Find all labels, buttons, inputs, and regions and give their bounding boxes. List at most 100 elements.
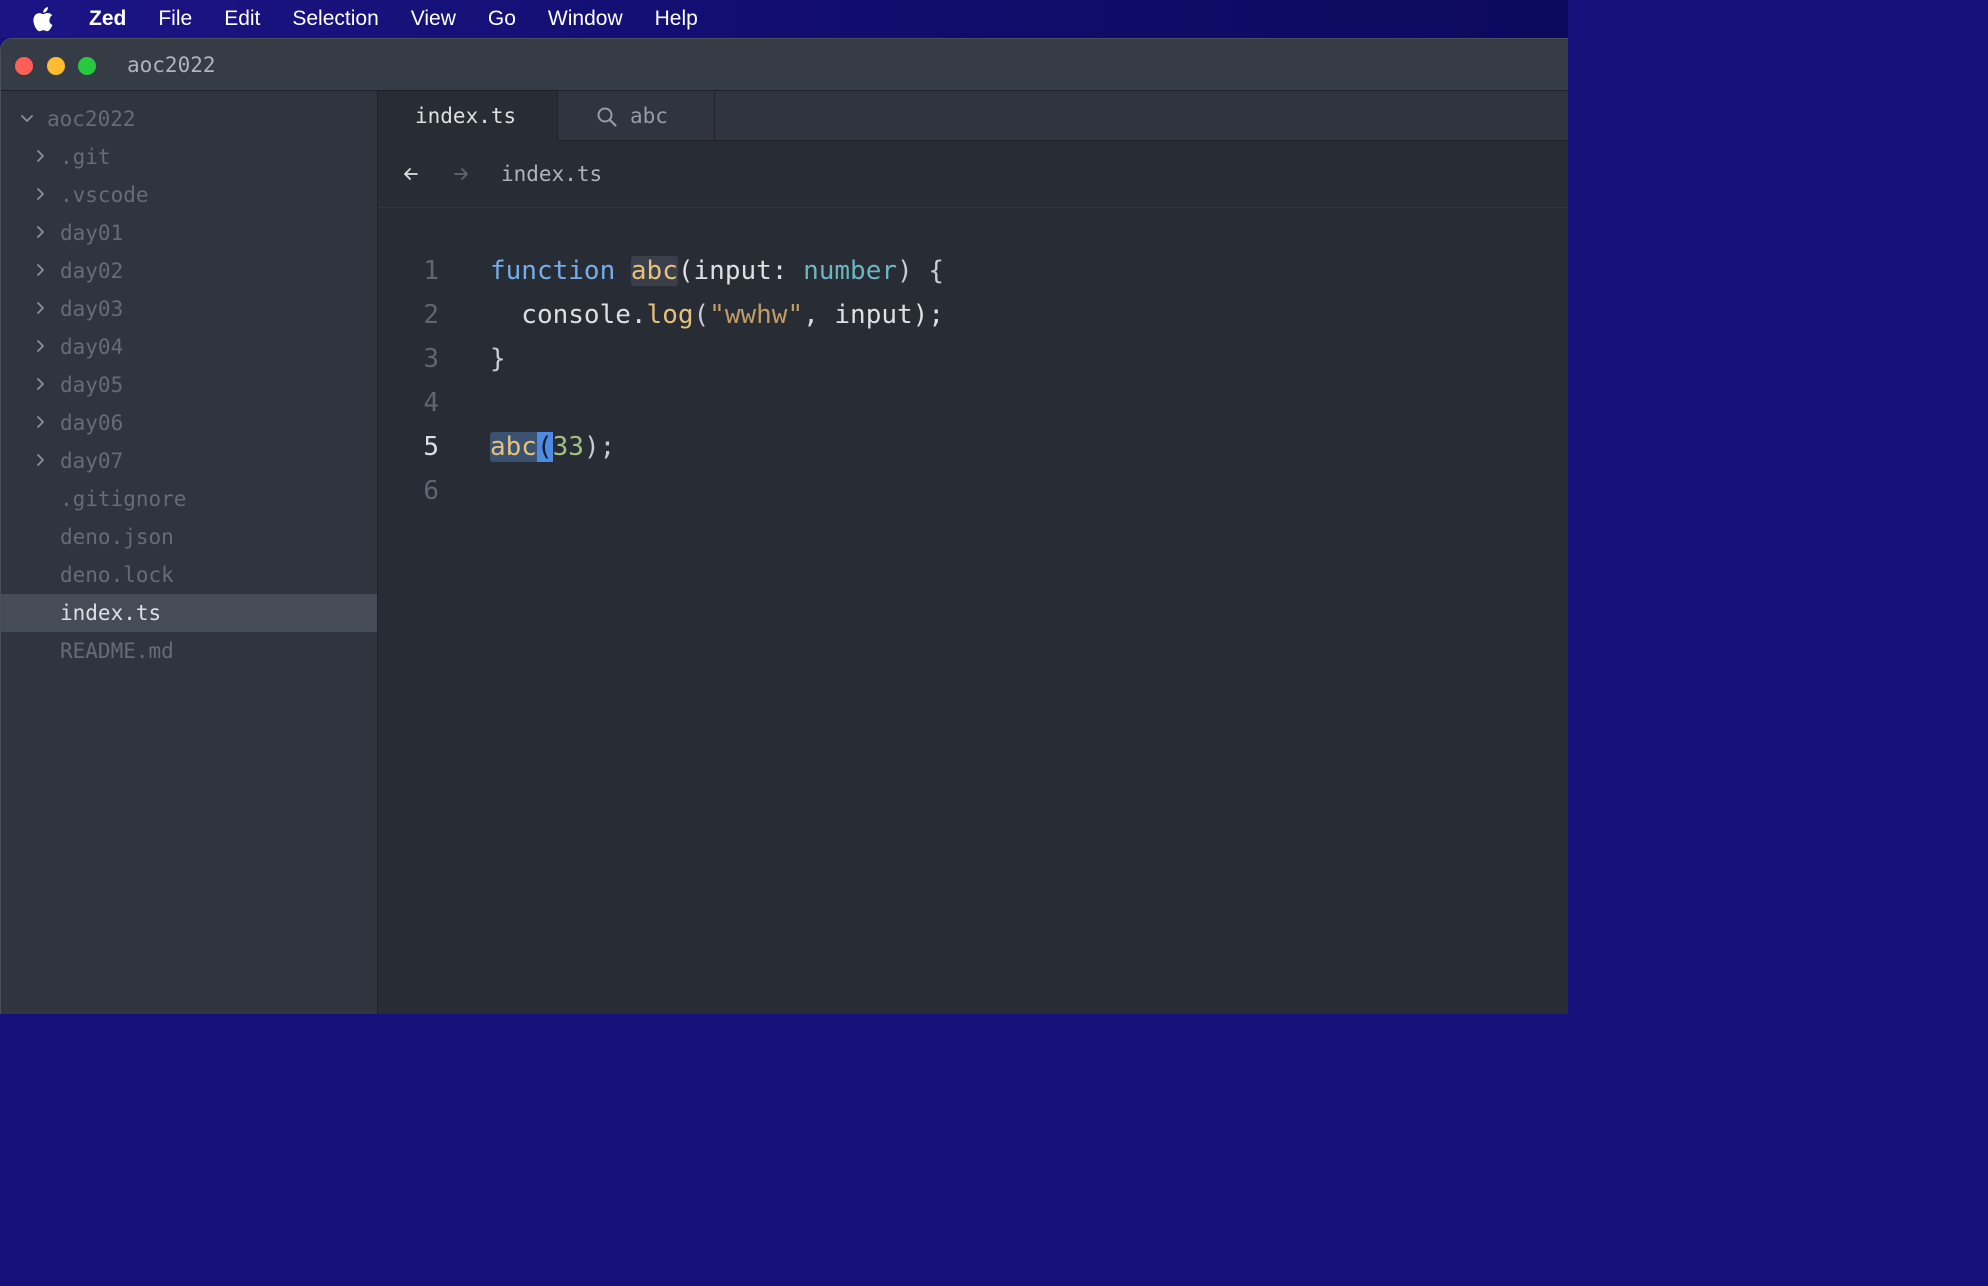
tree-folder-item[interactable]: .vscode bbox=[1, 176, 377, 214]
tree-root-label: aoc2022 bbox=[47, 107, 136, 131]
tree-file-item[interactable]: README.md bbox=[1, 632, 377, 670]
chevron-right-icon bbox=[37, 188, 44, 200]
search-icon bbox=[597, 107, 617, 127]
code-text[interactable]: } bbox=[490, 337, 506, 381]
code-line[interactable]: 2 console.log("wwhw", input); bbox=[378, 293, 1568, 337]
tree-item-label: .gitignore bbox=[60, 487, 187, 511]
tree-file-item[interactable]: index.ts bbox=[1, 594, 377, 632]
code-token: 33 bbox=[552, 432, 584, 462]
code-editor[interactable]: 1 function abc(input: number) {2 console.… bbox=[378, 208, 1568, 1014]
tree-item-label: .vscode bbox=[60, 183, 149, 207]
chevron-right-icon bbox=[37, 378, 44, 390]
menu-go[interactable]: Go bbox=[472, 0, 532, 38]
menu-window[interactable]: Window bbox=[532, 0, 639, 38]
line-number: 2 bbox=[423, 300, 439, 330]
chevron-right-icon bbox=[37, 226, 44, 238]
tree-folder-item[interactable]: day01 bbox=[1, 214, 377, 252]
chevron-right-icon bbox=[37, 416, 44, 428]
code-token: abc bbox=[490, 432, 537, 462]
tab-label: index.ts bbox=[415, 104, 517, 128]
menu-view[interactable]: View bbox=[395, 0, 472, 38]
zoom-window-button[interactable] bbox=[78, 57, 96, 75]
tree-item-label: index.ts bbox=[60, 601, 162, 625]
tree-folder-item[interactable]: day02 bbox=[1, 252, 377, 290]
editor-toolbar: index.ts bbox=[378, 141, 1568, 208]
tree-item-label: deno.json bbox=[60, 525, 174, 549]
line-number: 5 bbox=[423, 432, 439, 462]
tree-item-label: deno.lock bbox=[60, 563, 174, 587]
code-line[interactable]: 3} bbox=[378, 337, 1568, 381]
project-panel: aoc2022 .git .vscode day01 day02 day03 day04 d… bbox=[1, 91, 378, 1014]
chevron-down-icon bbox=[21, 115, 33, 122]
tree-folder-item[interactable]: day06 bbox=[1, 404, 377, 442]
tree-file-item[interactable]: .gitignore bbox=[1, 480, 377, 518]
chevron-right-icon bbox=[37, 340, 44, 352]
tree-file-item[interactable]: deno.json bbox=[1, 518, 377, 556]
code-token: abc bbox=[630, 256, 678, 286]
code-token: ) { bbox=[897, 256, 944, 286]
go-forward-icon[interactable] bbox=[452, 165, 470, 183]
line-number: 6 bbox=[423, 476, 439, 506]
menu-help[interactable]: Help bbox=[639, 0, 714, 38]
code-token: log bbox=[646, 300, 694, 330]
code-text[interactable]: function abc(input: number) { bbox=[490, 249, 944, 293]
code-token: "wwhw" bbox=[709, 300, 804, 330]
chevron-right-icon bbox=[37, 264, 44, 276]
window-title[interactable]: aoc2022 bbox=[127, 39, 216, 91]
title-bar[interactable]: aoc2022 bbox=[1, 39, 1568, 91]
code-token: (input: bbox=[677, 256, 804, 286]
code-token: ( bbox=[693, 300, 710, 330]
tree-folder-item[interactable]: day03 bbox=[1, 290, 377, 328]
tab-search-abc[interactable]: abc bbox=[558, 91, 715, 141]
tab-index-ts[interactable]: index.ts bbox=[378, 91, 558, 142]
tree-file-item[interactable]: deno.lock bbox=[1, 556, 377, 594]
code-token: } bbox=[490, 344, 506, 374]
tree-folder-item[interactable]: day05 bbox=[1, 366, 377, 404]
line-number: 4 bbox=[423, 388, 439, 418]
menu-selection[interactable]: Selection bbox=[276, 0, 394, 38]
tree-item-label: day01 bbox=[60, 221, 124, 245]
code-line[interactable]: 6 bbox=[378, 469, 1568, 513]
tab-bar: index.ts abc bbox=[378, 91, 1568, 142]
minimize-window-button[interactable] bbox=[47, 57, 65, 75]
tree-item-label: day03 bbox=[60, 297, 124, 321]
text-cursor: ( bbox=[536, 432, 553, 462]
tab-label: abc bbox=[630, 104, 668, 128]
editor-window: aoc2022 aoc2022 .git .vscode day01 day02 day… bbox=[0, 38, 1568, 1014]
line-number: 1 bbox=[423, 256, 439, 286]
code-token: ); bbox=[583, 432, 616, 462]
tree-folder-item[interactable]: day04 bbox=[1, 328, 377, 366]
apple-logo-icon[interactable] bbox=[29, 5, 55, 33]
tree-item-label: day07 bbox=[60, 449, 124, 473]
chevron-right-icon bbox=[37, 454, 44, 466]
code-token: , input); bbox=[803, 300, 944, 330]
code-text[interactable]: abc(33); bbox=[490, 425, 615, 469]
code-line[interactable]: 5 abc(33); bbox=[378, 425, 1568, 469]
code-line[interactable]: 4 bbox=[378, 381, 1568, 425]
menu-bar: Zed File Edit Selection View Go Window H… bbox=[0, 0, 1568, 38]
line-number: 3 bbox=[423, 344, 439, 374]
chevron-right-icon bbox=[37, 150, 44, 162]
tree-item-label: .git bbox=[60, 145, 111, 169]
code-token: console. bbox=[490, 300, 647, 330]
code-line[interactable]: 1 function abc(input: number) { bbox=[378, 249, 1568, 293]
menu-edit[interactable]: Edit bbox=[208, 0, 276, 38]
close-window-button[interactable] bbox=[15, 57, 33, 75]
code-token: function bbox=[490, 256, 616, 286]
chevron-right-icon bbox=[37, 302, 44, 314]
tree-folder-item[interactable]: day07 bbox=[1, 442, 377, 480]
menu-app-zed[interactable]: Zed bbox=[73, 0, 142, 38]
tree-item-label: day04 bbox=[60, 335, 124, 359]
tree-root-folder[interactable]: aoc2022 bbox=[1, 100, 377, 138]
tree-item-label: day02 bbox=[60, 259, 124, 283]
code-text[interactable]: console.log("wwhw", input); bbox=[490, 293, 944, 337]
code-token: number bbox=[803, 256, 898, 286]
menu-file[interactable]: File bbox=[142, 0, 208, 38]
tree-item-label: README.md bbox=[60, 639, 174, 663]
go-back-icon[interactable] bbox=[402, 165, 420, 183]
tree-item-label: day06 bbox=[60, 411, 124, 435]
breadcrumb[interactable]: index.ts bbox=[501, 141, 602, 208]
tree-item-label: day05 bbox=[60, 373, 124, 397]
tree-folder-item[interactable]: .git bbox=[1, 138, 377, 176]
